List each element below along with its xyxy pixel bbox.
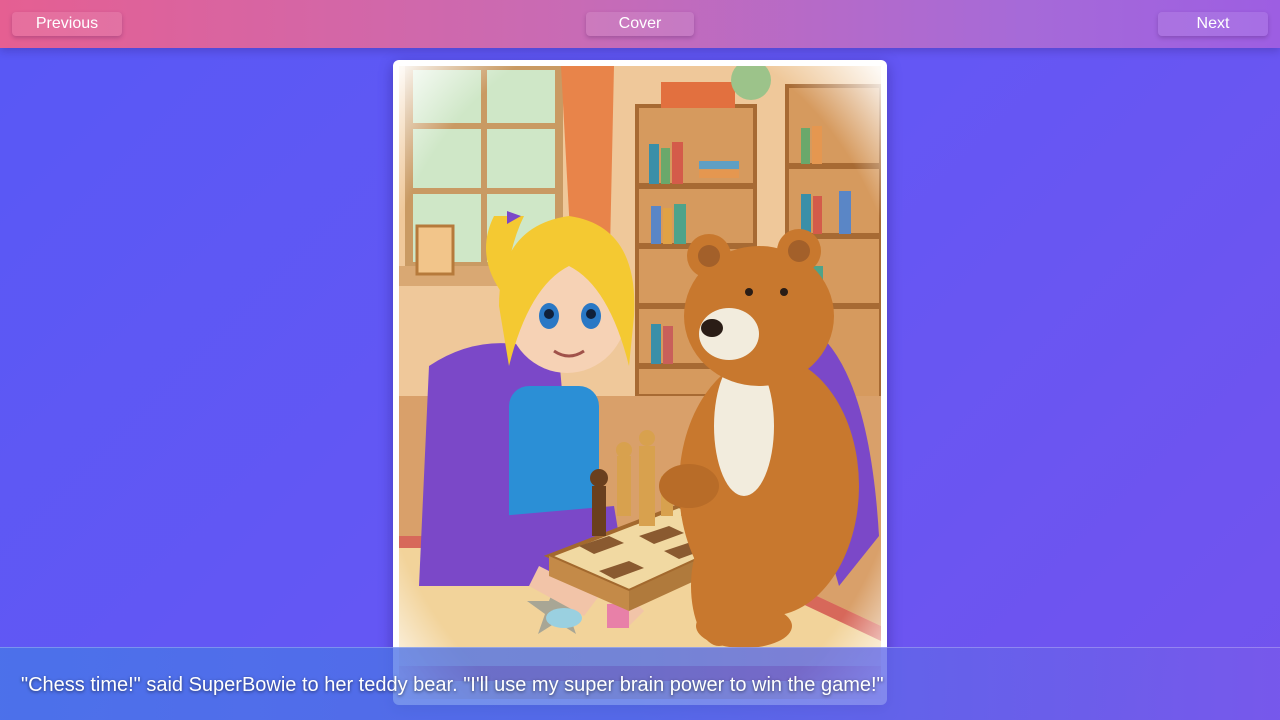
previous-button[interactable]: Previous (12, 12, 122, 36)
cover-button[interactable]: Cover (586, 12, 694, 36)
story-page-card (393, 60, 887, 705)
next-button[interactable]: Next (1158, 12, 1268, 36)
top-navigation-bar: Previous Cover Next (0, 0, 1280, 48)
caption-bar: "Chess time!" said SuperBowie to her ted… (0, 647, 1280, 720)
story-illustration (399, 66, 881, 699)
story-caption: "Chess time!" said SuperBowie to her ted… (21, 674, 884, 696)
